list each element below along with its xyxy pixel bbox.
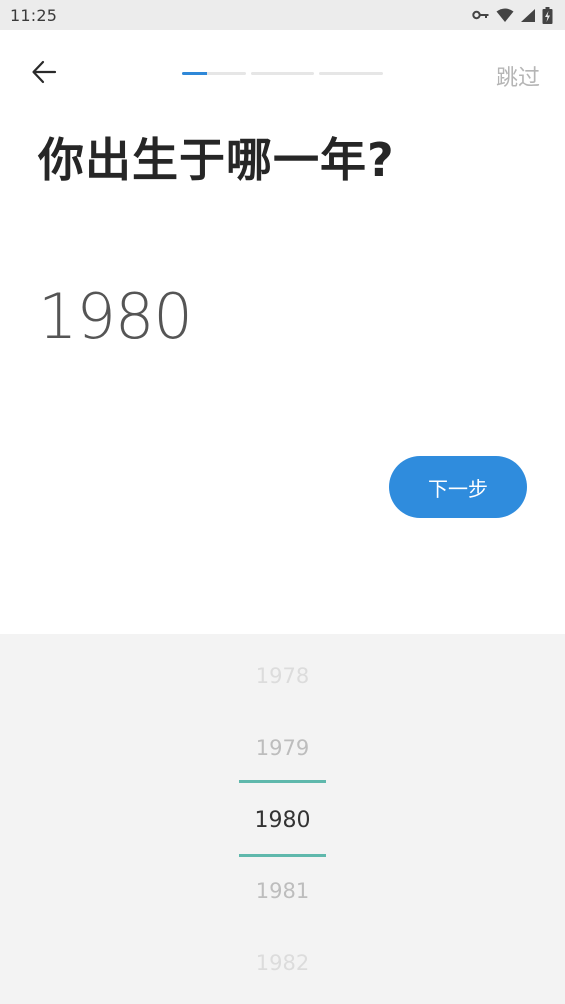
status-time: 11:25 (10, 5, 58, 25)
selected-year-display: 1980 (38, 280, 193, 353)
picker-selection-line-top (239, 780, 326, 783)
arrow-left-icon (30, 58, 58, 90)
picker-item[interactable]: 1981 (0, 879, 565, 903)
picker-item[interactable]: 1982 (0, 951, 565, 975)
status-bar: 11:25 (0, 0, 565, 30)
progress-indicator (182, 72, 384, 76)
progress-step-1-fill (182, 72, 208, 75)
status-icons (472, 6, 553, 24)
header: 跳过 (0, 30, 565, 118)
page-title: 你出生于哪一年? (38, 133, 395, 187)
progress-step-3 (319, 72, 384, 75)
key-icon (472, 9, 490, 21)
picker-item[interactable]: 1979 (0, 736, 565, 760)
battery-icon (542, 6, 553, 24)
wifi-icon (496, 8, 514, 23)
picker-item[interactable]: 1978 (0, 664, 565, 688)
progress-step-2 (250, 72, 315, 75)
progress-step-1 (182, 72, 246, 75)
picker-item-selected[interactable]: 1980 (0, 808, 565, 833)
skip-button[interactable]: 跳过 (496, 60, 540, 92)
signal-icon (520, 8, 536, 23)
next-button[interactable]: 下一步 (389, 456, 527, 518)
year-picker[interactable]: 1978 1979 1980 1981 1982 (0, 634, 565, 1004)
back-button[interactable] (22, 56, 66, 92)
picker-selection-line-bottom (239, 854, 326, 857)
